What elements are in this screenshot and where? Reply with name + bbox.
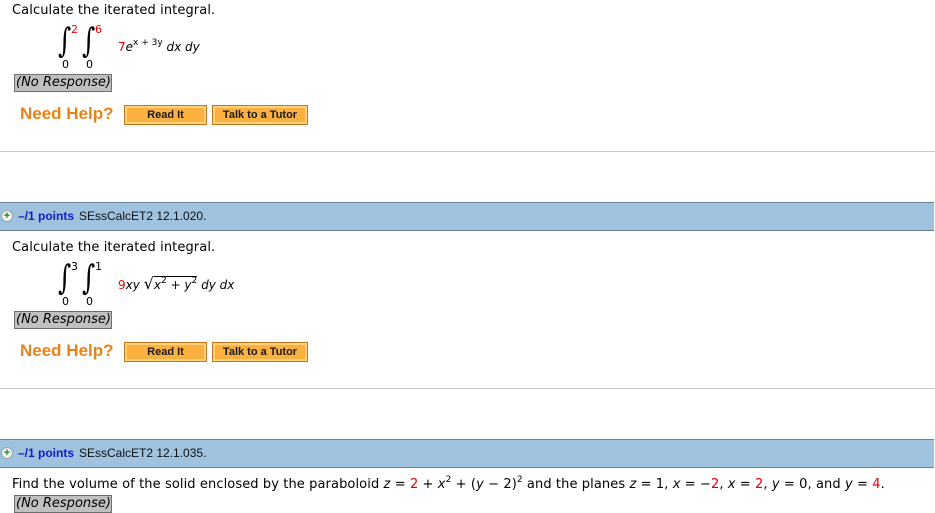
question-header: + –/1 points SEssCalcET2 12.1.035. <box>0 439 934 468</box>
text: = <box>735 477 756 492</box>
inner-lower-limit: 0 <box>86 295 93 308</box>
var: y <box>844 477 853 492</box>
power: 2 <box>445 475 452 485</box>
text: = − <box>680 477 711 492</box>
text: and the planes <box>522 477 630 492</box>
integrand: 9xy √x2 + y2 dy dx <box>118 274 234 293</box>
sqrt-icon: √ <box>143 274 154 293</box>
power: 2 <box>160 276 167 286</box>
plus-circle-icon[interactable]: + <box>1 447 13 459</box>
need-help-label: Need Help? <box>20 104 114 123</box>
text: + ( <box>451 477 477 492</box>
var: x <box>437 477 446 492</box>
radicand-x: x <box>153 278 161 292</box>
text: Find the volume of the solid enclosed by… <box>12 477 384 492</box>
question-id: SEssCalcET2 12.1.035. <box>79 446 207 460</box>
question-1-integral: ∫ 2 0 ∫ 6 0 7ex + 3y dx dy <box>58 24 258 74</box>
inner-upper-limit: 6 <box>95 23 102 36</box>
base: e <box>125 40 134 54</box>
read-it-button[interactable]: Read It <box>124 342 207 362</box>
integral-sign: ∫ <box>58 21 72 61</box>
question-3-prompt: Find the volume of the solid enclosed by… <box>12 475 885 492</box>
question-1-prompt: Calculate the iterated integral. <box>12 3 216 18</box>
text: . <box>880 477 885 492</box>
talk-to-tutor-button[interactable]: Talk to a Tutor <box>212 342 308 362</box>
plus-circle-icon[interactable]: + <box>1 210 13 222</box>
variables: xy <box>125 278 140 292</box>
response-field: (No Response) <box>14 495 112 513</box>
points-label: –/1 points <box>18 446 75 460</box>
outer-lower-limit: 0 <box>62 58 69 71</box>
question-2-prompt: Calculate the iterated integral. <box>12 240 216 255</box>
inner-upper-limit: 1 <box>95 260 102 273</box>
integral-sign: ∫ <box>82 258 96 298</box>
question-2-integral: ∫ 3 0 ∫ 1 0 9xy √x2 + y2 dy dx <box>58 261 298 311</box>
need-help-label: Need Help? <box>20 341 114 360</box>
coefficient: 9 <box>118 278 126 292</box>
exponent: x + 3y <box>133 38 163 48</box>
text: = 1, <box>636 477 673 492</box>
outer-upper-limit: 2 <box>71 23 78 36</box>
radicand: x2 + y2 <box>153 276 198 292</box>
integral-sign: ∫ <box>82 21 96 61</box>
response-field: (No Response) <box>14 311 112 329</box>
text: , <box>719 477 728 492</box>
text: = <box>390 477 410 492</box>
divider <box>0 151 935 152</box>
integral-sign: ∫ <box>58 258 72 298</box>
power: 2 <box>516 475 523 485</box>
talk-to-tutor-button[interactable]: Talk to a Tutor <box>212 105 308 125</box>
integrand: 7ex + 3y dx dy <box>118 38 200 54</box>
question-header: + –/1 points SEssCalcET2 12.1.020. <box>0 202 934 231</box>
points-label: –/1 points <box>18 209 75 223</box>
text: − 2) <box>483 477 517 492</box>
text: = 0, and <box>779 477 845 492</box>
text: , <box>763 477 772 492</box>
coefficient: 7 <box>118 40 126 54</box>
divider <box>0 388 935 389</box>
differentials: dx dy <box>166 40 200 54</box>
response-field: (No Response) <box>14 74 112 92</box>
var: x <box>727 477 736 492</box>
text: + <box>418 477 438 492</box>
question-id: SEssCalcET2 12.1.020. <box>79 209 207 223</box>
var: y <box>771 477 780 492</box>
outer-lower-limit: 0 <box>62 295 69 308</box>
value: 4 <box>872 477 881 492</box>
differentials: dy dx <box>201 278 235 292</box>
plus-sign: + <box>166 278 185 292</box>
inner-lower-limit: 0 <box>86 58 93 71</box>
text: = <box>852 477 873 492</box>
radicand-y: y <box>184 278 192 292</box>
var: y <box>476 477 484 492</box>
read-it-button[interactable]: Read It <box>124 105 207 125</box>
outer-upper-limit: 3 <box>71 260 78 273</box>
power: 2 <box>191 276 198 286</box>
